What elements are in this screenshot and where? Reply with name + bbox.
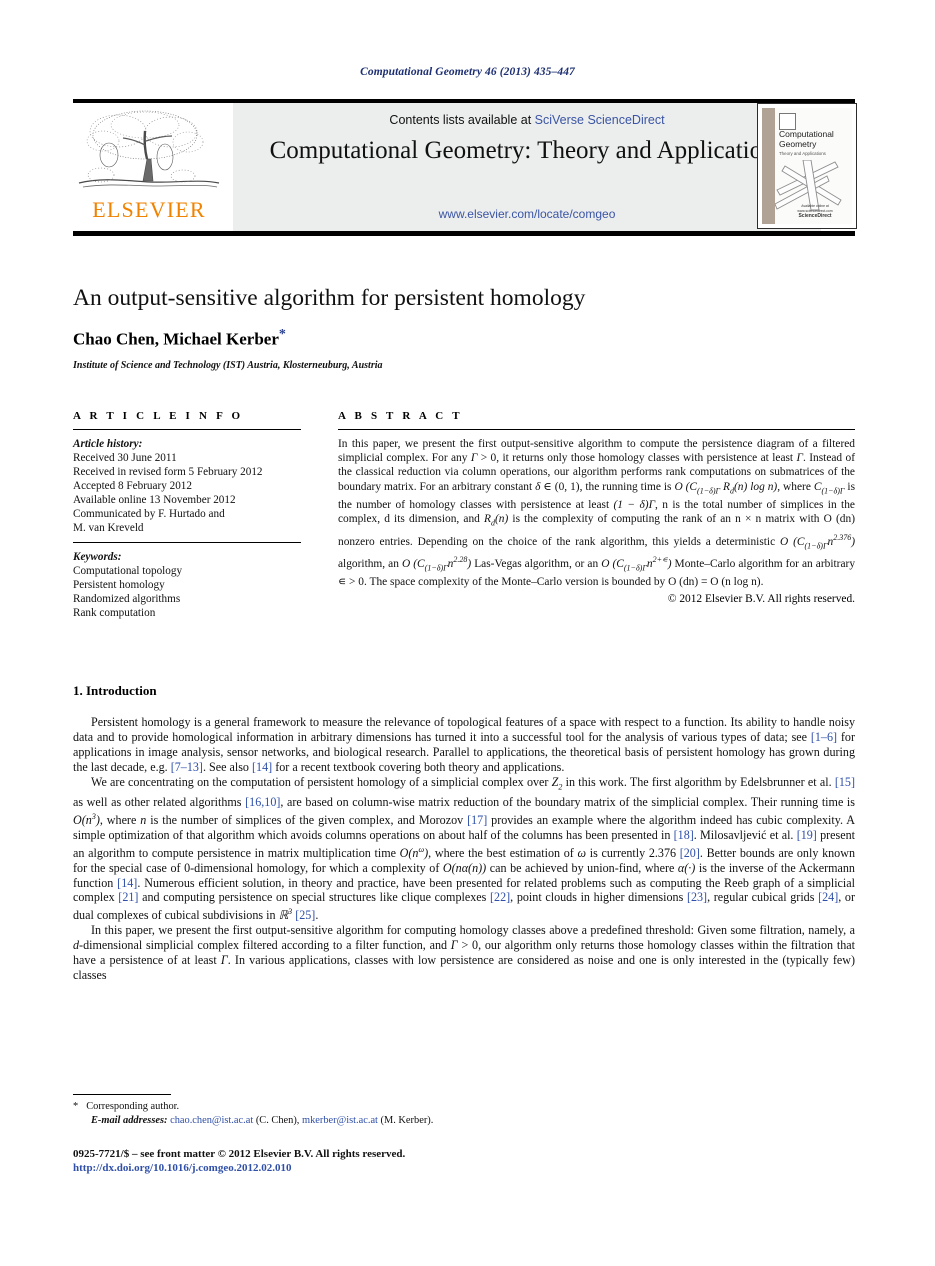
authors-names: Chao Chen, Michael Kerber [73, 329, 279, 349]
formula-n-cubed: O(n3) [73, 811, 100, 827]
page-title: An output-sensitive algorithm for persis… [73, 285, 586, 311]
citation-link[interactable]: [16,10] [245, 795, 280, 809]
journal-article-page: Computational Geometry 46 (2013) 435–447 [0, 0, 935, 1266]
history-item: M. van Kreveld [73, 522, 144, 534]
abstract-column: A B S T R A C T In this paper, we presen… [338, 410, 855, 605]
contents-prefix: Contents lists available at [389, 113, 535, 127]
cover-footer-brand: ScienceDirect [798, 213, 832, 219]
elsevier-tree-icon [78, 110, 220, 188]
contents-available-line: Contents lists available at SciVerse Sci… [233, 113, 821, 127]
body-paragraph-3: In this paper, we present the first outp… [73, 923, 856, 982]
citation-link[interactable]: [1–6] [811, 730, 837, 744]
citation-link[interactable]: [17] [467, 813, 487, 827]
cover-title: Computational Geometry [779, 129, 834, 149]
article-info-column: A R T I C L E I N F O Article history: R… [73, 410, 301, 620]
formula-n-alpha: O(nα(n)) [442, 860, 487, 875]
corresponding-author-note: * Corresponding author. [73, 1100, 633, 1114]
corresponding-author-marker: * [278, 327, 286, 342]
history-item: Received 30 June 2011 [73, 452, 177, 464]
keyword-item: Persistent homology [73, 579, 165, 591]
doi-link[interactable]: http://dx.doi.org/10.1016/j.comgeo.2012.… [73, 1162, 673, 1174]
running-head: Computational Geometry 46 (2013) 435–447 [360, 66, 575, 78]
formula-n-omega: O(nω) [399, 844, 429, 860]
abstract-rule [338, 429, 855, 430]
journal-url-link[interactable]: www.elsevier.com/locate/comgeo [233, 207, 821, 221]
formula-deterministic: O (C(1−δ)Γn2.376) [780, 532, 855, 550]
journal-title: Computational Geometry: Theory and Appli… [269, 137, 785, 164]
elsevier-logo: ELSEVIER [73, 105, 225, 229]
body-text: Persistent homology is a general framewo… [73, 715, 855, 983]
keyword-item: Computational topology [73, 565, 183, 577]
issn-line: 0925-7721/$ – see front matter © 2012 El… [73, 1148, 406, 1160]
body-paragraph-1: Persistent homology is a general framewo… [73, 715, 855, 774]
symbol-c-term: C(1−δ)Γ [813, 480, 845, 495]
citation-link[interactable]: [24] [818, 890, 838, 904]
citation-link[interactable]: [14] [117, 876, 137, 890]
email-line: E-mail addresses: chao.chen@ist.ac.at (C… [73, 1114, 633, 1128]
formula-lasvegas: O (C(1−δ)Γn2.28) [401, 555, 472, 573]
keyword-item: Randomized algorithms [73, 593, 181, 605]
history-item: Available online 13 November 2012 [73, 494, 236, 506]
history-item: Accepted 8 February 2012 [73, 480, 192, 492]
citation-link[interactable]: [21] [118, 890, 138, 904]
citation-link[interactable]: [25] [295, 908, 315, 922]
asterisk-icon: * [73, 1101, 79, 1112]
article-info-heading: A R T I C L E I N F O [73, 410, 244, 422]
email-link-kerber[interactable]: mkerber@ist.ac.at [302, 1115, 378, 1126]
article-info-rule [73, 429, 301, 430]
cover-footer: Available online at www.sciencedirect.co… [784, 204, 846, 219]
email-name-kerber: (M. Kerber). [377, 1114, 434, 1126]
symbol-delta-gamma: (1 − δ)Γ [613, 499, 656, 512]
keywords-label: Keywords: [73, 551, 122, 563]
symbol-r3: ℝ3 [278, 907, 293, 923]
history-item: Received in revised form 5 February 2012 [73, 466, 263, 478]
history-item: Communicated by F. Hurtado and [73, 508, 225, 520]
body-paragraph-2: We are concentrating on the computation … [73, 774, 856, 923]
abstract-seg-9: Las-Vegas algorithm, or an [471, 557, 602, 570]
abstract-seg-4: ∈ (0, 1), the running time is [540, 480, 675, 493]
elsevier-wordmark: ELSEVIER [92, 197, 206, 222]
masthead: ELSEVIER Contents lists available at Sci… [73, 103, 855, 231]
journal-cover-thumbnail: Computational Geometry Theory and Applic… [757, 103, 857, 229]
author-list: Chao Chen, Michael Kerber* [73, 327, 773, 350]
footnote-block: * Corresponding author. E-mail addresses:… [73, 1100, 633, 1127]
citation-link[interactable]: [15] [835, 775, 855, 789]
citation-link[interactable]: [14] [252, 760, 272, 774]
email-name-chen: (C. Chen), [253, 1114, 303, 1126]
article-history-block: Article history: Received 30 June 2011 R… [73, 437, 301, 535]
sciencedirect-link[interactable]: SciVerse ScienceDirect [535, 113, 665, 127]
abstract-seg-2: > 0, it returns only those homology clas… [477, 452, 797, 465]
citation-link[interactable]: [18] [674, 828, 694, 842]
abstract-heading: A B S T R A C T [338, 410, 463, 422]
keywords-rule [73, 542, 301, 543]
citation-link[interactable]: [7–13] [171, 760, 203, 774]
citation-link[interactable]: [23] [687, 890, 707, 904]
citation-link[interactable]: [20] [680, 846, 700, 860]
keywords-block: Keywords: Computational topology Persist… [73, 550, 301, 620]
citation-link[interactable]: [19] [797, 828, 817, 842]
abstract-seg-5: the number of homology classes with pers… [338, 499, 614, 512]
cover-footer-top: Available online at www.sciencedirect.co… [797, 204, 833, 213]
affiliation: Institute of Science and Technology (IST… [73, 360, 383, 371]
cover-spine [762, 108, 775, 224]
symbol-rd: Rd(n) [484, 513, 509, 528]
symbol-z2: Z2 [551, 774, 563, 792]
formula-running-time: O (C(1−δ)Γ Rd(n) log n) [674, 480, 778, 495]
email-label: E-mail addresses: [91, 1114, 168, 1126]
abstract-copyright: © 2012 Elsevier B.V. All rights reserved… [667, 592, 855, 605]
keyword-item: Rank computation [73, 607, 156, 619]
cover-inner: Computational Geometry Theory and Applic… [762, 108, 852, 224]
footnote-rule [73, 1094, 171, 1095]
section-heading-introduction: 1. Introduction [73, 683, 157, 698]
formula-montecarlo: O (C(1−δ)Γn2+∊) [601, 555, 672, 573]
email-link-chen[interactable]: chao.chen@ist.ac.at [170, 1115, 253, 1126]
abstract-text: In this paper, we present the first outp… [338, 438, 856, 589]
abstract-seg-8: algorithm, an [338, 557, 402, 570]
citation-link[interactable]: [22] [490, 890, 510, 904]
article-history-label: Article history: [73, 438, 143, 450]
cover-publisher-icon [779, 113, 796, 130]
cover-subtitle: Theory and Applications [779, 151, 826, 156]
corresponding-note-text: Corresponding author. [86, 1101, 180, 1112]
masthead-bottom-rule [73, 231, 855, 236]
